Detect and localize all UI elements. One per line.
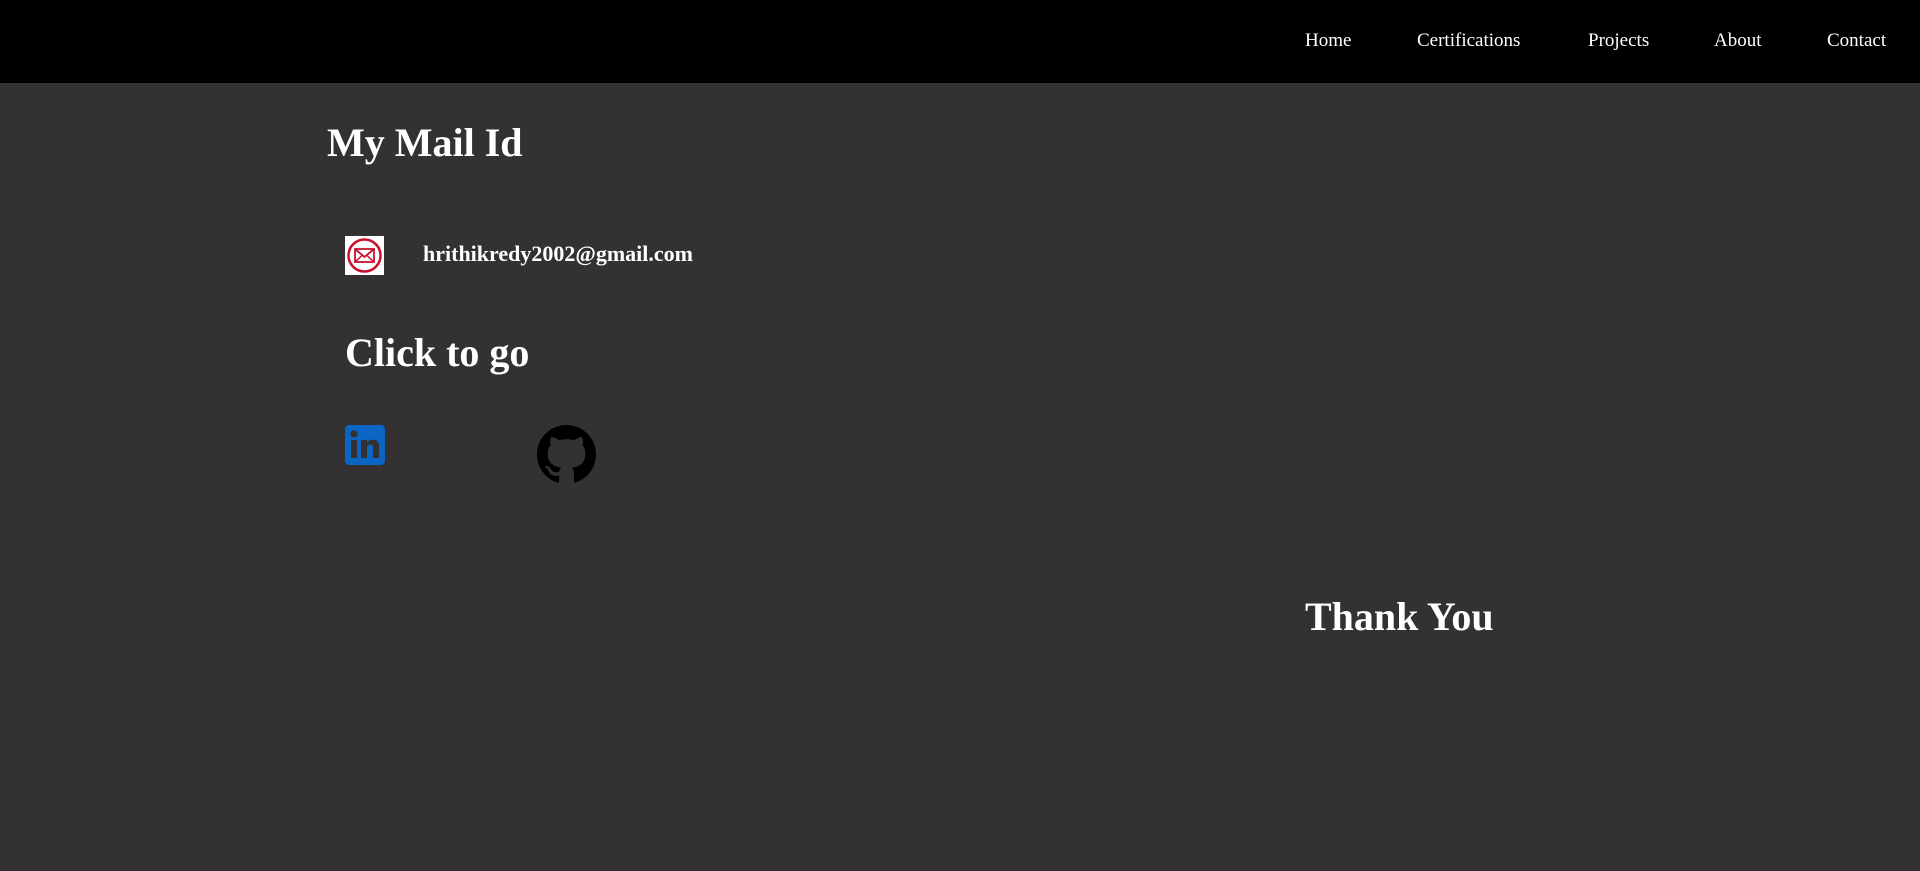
email-address: hrithikredy2002@gmail.com (423, 241, 693, 266)
linkedin-link[interactable] (345, 425, 385, 465)
nav-about-link[interactable]: About (1714, 29, 1762, 53)
social-section-title: Click to go (345, 330, 530, 375)
thank-you-message: Thank You (1305, 594, 1494, 639)
mail-envelope-icon (345, 236, 384, 275)
nav-projects-link[interactable]: Projects (1588, 29, 1649, 53)
linkedin-icon (345, 425, 385, 465)
nav-home-link[interactable]: Home (1305, 29, 1351, 53)
nav-certifications-link[interactable]: Certifications (1417, 29, 1520, 53)
nav-contact-link[interactable]: Contact (1827, 29, 1886, 53)
top-navbar: Home Certifications Projects About Conta… (0, 0, 1920, 83)
github-link[interactable] (537, 425, 596, 484)
github-icon (537, 425, 596, 483)
mail-section-title: My Mail Id (327, 120, 523, 165)
